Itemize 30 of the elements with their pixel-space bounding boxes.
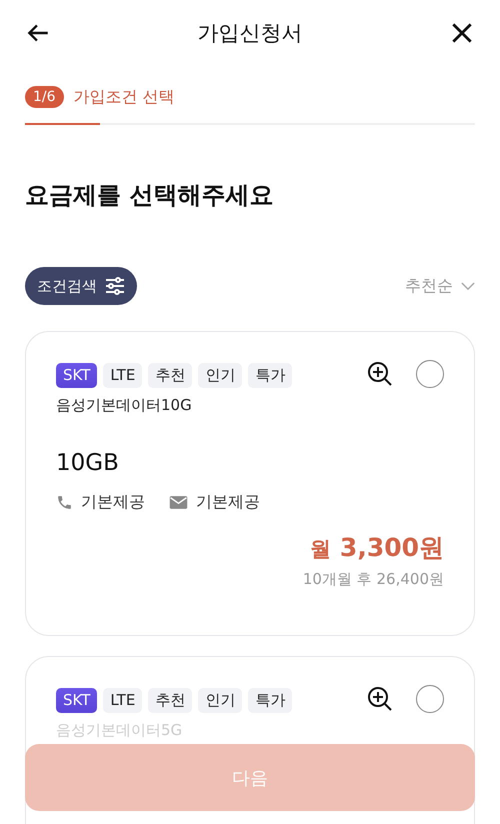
phone-icon [56,494,73,511]
section-heading: 요금제를 선택해주세요 [25,180,274,211]
zoom-in-icon[interactable] [366,685,394,713]
data-amount: 10GB [56,450,120,476]
plan-tag: LTE [103,363,142,388]
price-note: 10개월 후 26,400원 [302,570,444,589]
chevron-down-icon [461,282,475,290]
sms-info: 기본제공 [196,492,260,513]
plan-name: 음성기본데이터10G [56,396,193,415]
radio-button[interactable] [416,360,444,388]
sliders-icon [105,277,125,295]
plan-tag: 추천 [148,363,192,388]
plan-tag: 특가 [248,688,292,713]
plan-tag: 인기 [198,688,242,713]
zoom-in-icon[interactable] [366,360,394,388]
voice-info: 기본제공 [81,492,145,513]
step-label: 가입조건 선택 [74,86,175,108]
page-title: 가입신청서 [198,20,302,47]
envelope-icon [169,494,188,511]
step-badge: 1/6 [25,86,64,108]
plan-tag: LTE [103,688,142,713]
plan-tag: SKT [56,688,98,713]
plan-card[interactable]: SKT LTE 추천 인기 특가 음성기본데이터10G 10GB 기본제공 기본제공 월 3,300원 10개월 후 26,400원 [25,331,475,636]
radio-button[interactable] [416,685,444,713]
monthly-price: 월 3,300원 [310,532,444,564]
filter-button[interactable]: 조건검색 [25,267,137,305]
plan-tag: 추천 [148,688,192,713]
plan-tag: SKT [56,363,98,388]
plan-tag: 인기 [198,363,242,388]
plan-tag: 특가 [248,363,292,388]
